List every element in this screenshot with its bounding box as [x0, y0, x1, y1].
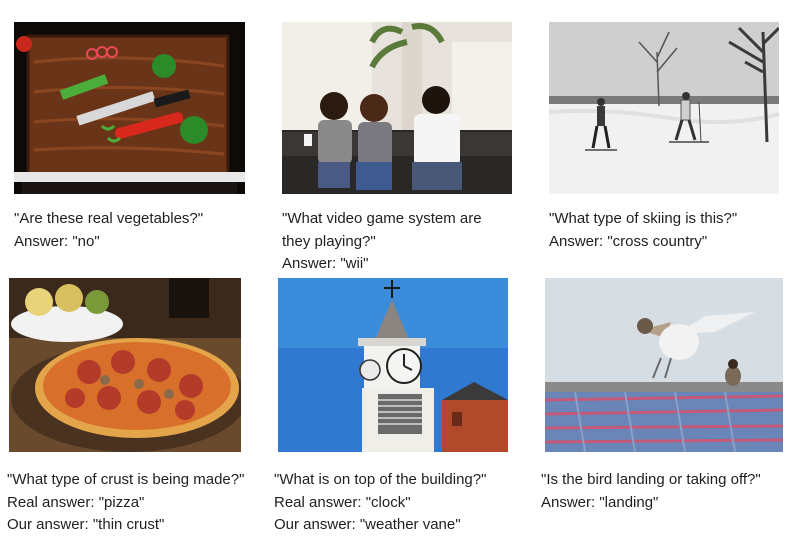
- our-answer-text: Our answer: "thin crust": [7, 516, 165, 533]
- answer-text: Answer: "wii": [282, 255, 369, 272]
- photo-people-gaming: [282, 22, 512, 194]
- answer-text: Answer: "landing": [541, 493, 659, 511]
- photo-cross-country-skiing: [549, 22, 779, 194]
- real-answer-text: Real answer: "pizza": [7, 493, 145, 511]
- question-text: "Is the bird landing or taking off?": [541, 471, 761, 488]
- caption-2: "What video game system are they playing…: [282, 208, 482, 276]
- question-text-line1: "What video game system are: [282, 210, 482, 227]
- photo-clock-tower: [278, 278, 508, 452]
- answer-text: Answer: "cross country": [549, 232, 708, 250]
- caption-3: "What type of skiing is this?" Answer: "…: [549, 208, 737, 253]
- real-answer-text: Real answer: "clock": [274, 493, 411, 511]
- photo-pizza: [9, 278, 241, 452]
- question-text-line2: they playing?": [282, 232, 376, 250]
- question-text: "Are these real vegetables?": [14, 210, 204, 227]
- question-text: "What type of crust is being made?": [7, 471, 245, 488]
- our-answer-text: Our answer: "weather vane": [274, 516, 461, 533]
- photo-vegetable-cake: [14, 22, 245, 194]
- question-text: "What type of skiing is this?": [549, 210, 738, 227]
- question-text: "What is on top of the building?": [274, 471, 487, 488]
- photo-bird-landing: [545, 278, 783, 452]
- caption-5: "What is on top of the building?" Real a…: [274, 469, 486, 537]
- answer-text: Answer: "no": [14, 232, 100, 250]
- caption-1: "Are these real vegetables?" Answer: "no…: [14, 208, 203, 253]
- caption-4: "What type of crust is being made?" Real…: [7, 469, 244, 537]
- caption-6: "Is the bird landing or taking off?" Ans…: [541, 469, 761, 514]
